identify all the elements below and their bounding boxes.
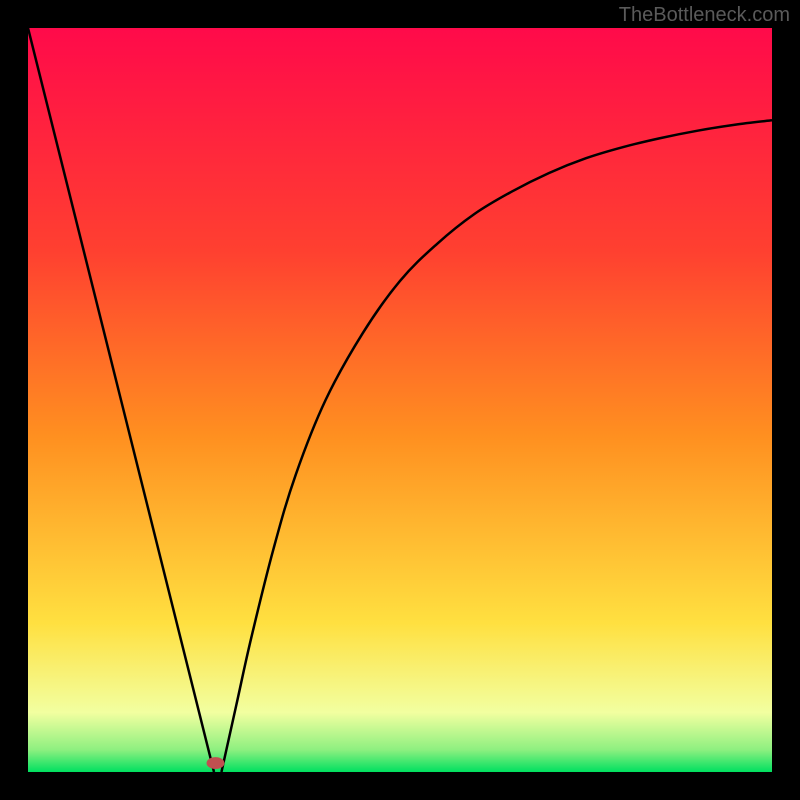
minimum-marker bbox=[207, 757, 225, 769]
plot-svg bbox=[28, 28, 772, 772]
plot-area bbox=[28, 28, 772, 772]
chart-container: TheBottleneck.com bbox=[0, 0, 800, 800]
gradient-background bbox=[28, 28, 772, 772]
watermark-text: TheBottleneck.com bbox=[619, 4, 790, 27]
